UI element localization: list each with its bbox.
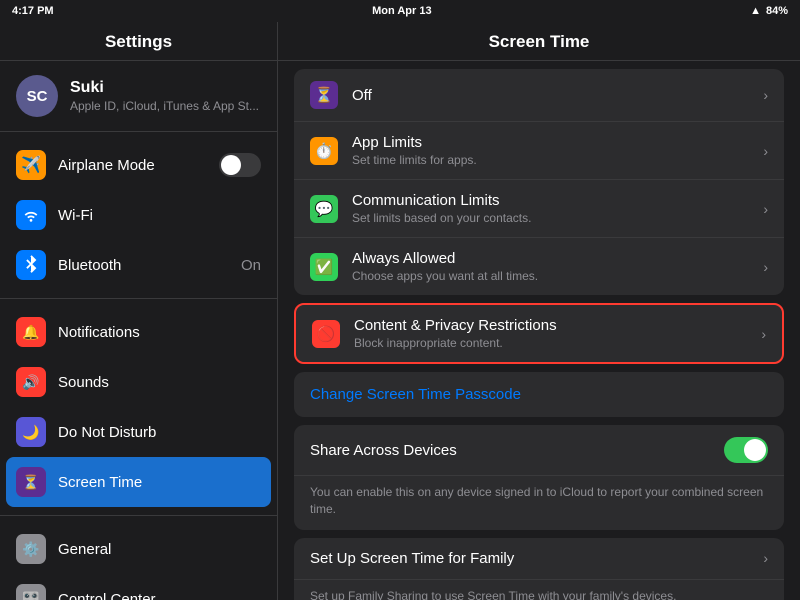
status-bar: 4:17 PM Mon Apr 13 ▲ 84% <box>0 0 800 22</box>
profile-sub: Apple ID, iCloud, iTunes & App St... <box>70 99 259 113</box>
bluetooth-value: On <box>241 257 261 274</box>
wifi-label: Wi-Fi <box>58 207 261 224</box>
airplane-toggle-thumb <box>221 155 241 175</box>
share-label: Share Across Devices <box>310 442 724 459</box>
sounds-icon: 🔊 <box>16 367 46 397</box>
right-title: Screen Time <box>278 22 800 61</box>
main-layout: Settings SC Suki Apple ID, iCloud, iTune… <box>0 22 800 600</box>
profile-name: Suki <box>70 79 259 97</box>
family-sub: Set up Family Sharing to use Screen Time… <box>294 580 784 600</box>
contentprivacy-text: Content & Privacy Restrictions Block ina… <box>354 317 761 350</box>
share-row: Share Across Devices <box>294 425 784 476</box>
off-chevron: › <box>763 87 768 103</box>
right-item-commlimits[interactable]: 💬 Communication Limits Set limits based … <box>294 180 784 238</box>
family-row[interactable]: Set Up Screen Time for Family › <box>294 538 784 580</box>
bluetooth-label: Bluetooth <box>58 257 241 274</box>
sidebar-item-airplane[interactable]: ✈️ Airplane Mode <box>0 140 277 190</box>
right-item-applimits[interactable]: ⏱️ App Limits Set time limits for apps. … <box>294 122 784 180</box>
sidebar-group-3: ⚙️ General 🎛️ Control Center ☀️ Display … <box>0 516 277 600</box>
contentprivacy-sub: Block inappropriate content. <box>354 336 761 350</box>
off-text: Off <box>352 87 763 104</box>
right-item-off[interactable]: ⏳ Off › <box>294 69 784 122</box>
sidebar-group-1: ✈️ Airplane Mode Wi-Fi <box>0 132 277 299</box>
commlimits-text: Communication Limits Set limits based on… <box>352 192 763 225</box>
airplane-toggle[interactable] <box>219 153 261 177</box>
right-content: ⏳ Off › ⏱️ App Limits Set time limits fo… <box>278 61 800 600</box>
wifi-icon: ▲ <box>750 5 761 17</box>
right-item-alwaysallowed[interactable]: ✅ Always Allowed Choose apps you want at… <box>294 238 784 295</box>
alwaysallowed-text: Always Allowed Choose apps you want at a… <box>352 250 763 283</box>
applimits-chevron: › <box>763 143 768 159</box>
sidebar-item-donotdisturb[interactable]: 🌙 Do Not Disturb <box>0 407 277 457</box>
donotdisturb-label: Do Not Disturb <box>58 424 261 441</box>
family-label: Set Up Screen Time for Family <box>310 550 763 567</box>
sidebar-group-2: 🔔 Notifications 🔊 Sounds 🌙 Do Not Distur… <box>0 299 277 516</box>
sidebar-item-controlcenter[interactable]: 🎛️ Control Center <box>0 574 277 600</box>
notifications-icon: 🔔 <box>16 317 46 347</box>
general-icon: ⚙️ <box>16 534 46 564</box>
general-label: General <box>58 541 261 558</box>
share-section: Share Across Devices You can enable this… <box>294 425 784 530</box>
commlimits-icon: 💬 <box>310 195 338 223</box>
profile-row[interactable]: SC Suki Apple ID, iCloud, iTunes & App S… <box>0 61 277 132</box>
screentime-label: Screen Time <box>58 474 261 491</box>
off-label: Off <box>352 87 763 104</box>
sidebar-item-screentime[interactable]: ⏳ Screen Time <box>6 457 271 507</box>
change-passcode-button[interactable]: Change Screen Time Passcode <box>294 372 784 417</box>
status-time: 4:17 PM <box>12 5 54 17</box>
battery-label: 84% <box>766 5 788 17</box>
wifi-icon <box>16 200 46 230</box>
right-section-main: ⏳ Off › ⏱️ App Limits Set time limits fo… <box>294 69 784 295</box>
share-toggle[interactable] <box>724 437 768 463</box>
share-sub: You can enable this on any device signed… <box>294 476 784 530</box>
share-toggle-thumb <box>744 439 766 461</box>
screentime-icon: ⏳ <box>16 467 46 497</box>
controlcenter-label: Control Center <box>58 591 261 600</box>
sidebar-item-notifications[interactable]: 🔔 Notifications <box>0 307 277 357</box>
alwaysallowed-chevron: › <box>763 259 768 275</box>
passcode-section: Change Screen Time Passcode <box>294 372 784 417</box>
sidebar-item-general[interactable]: ⚙️ General <box>0 524 277 574</box>
sidebar-items: ✈️ Airplane Mode Wi-Fi <box>0 132 277 600</box>
family-chevron: › <box>763 550 768 566</box>
sidebar: Settings SC Suki Apple ID, iCloud, iTune… <box>0 22 278 600</box>
sidebar-title: Settings <box>0 22 277 61</box>
applimits-text: App Limits Set time limits for apps. <box>352 134 763 167</box>
alwaysallowed-sub: Choose apps you want at all times. <box>352 269 763 283</box>
bluetooth-icon <box>16 250 46 280</box>
commlimits-sub: Set limits based on your contacts. <box>352 211 763 225</box>
applimits-sub: Set time limits for apps. <box>352 153 763 167</box>
family-section: Set Up Screen Time for Family › Set up F… <box>294 538 784 600</box>
contentprivacy-label: Content & Privacy Restrictions <box>354 317 761 334</box>
sidebar-item-sounds[interactable]: 🔊 Sounds <box>0 357 277 407</box>
sounds-label: Sounds <box>58 374 261 391</box>
airplane-label: Airplane Mode <box>58 157 219 174</box>
notifications-label: Notifications <box>58 324 261 341</box>
right-panel: Screen Time ⏳ Off › ⏱️ App Limits S <box>278 22 800 600</box>
sidebar-item-bluetooth[interactable]: Bluetooth On <box>0 240 277 290</box>
contentprivacy-icon: 🚫 <box>312 320 340 348</box>
controlcenter-icon: 🎛️ <box>16 584 46 600</box>
profile-info: Suki Apple ID, iCloud, iTunes & App St..… <box>70 79 259 113</box>
applimits-icon: ⏱️ <box>310 137 338 165</box>
applimits-label: App Limits <box>352 134 763 151</box>
avatar: SC <box>16 75 58 117</box>
status-right: ▲ 84% <box>750 5 788 17</box>
off-icon: ⏳ <box>310 81 338 109</box>
alwaysallowed-icon: ✅ <box>310 253 338 281</box>
status-date: Mon Apr 13 <box>372 5 432 17</box>
commlimits-chevron: › <box>763 201 768 217</box>
alwaysallowed-label: Always Allowed <box>352 250 763 267</box>
commlimits-label: Communication Limits <box>352 192 763 209</box>
donotdisturb-icon: 🌙 <box>16 417 46 447</box>
content-privacy-section: 🚫 Content & Privacy Restrictions Block i… <box>294 303 784 364</box>
airplane-icon: ✈️ <box>16 150 46 180</box>
right-item-contentprivacy[interactable]: 🚫 Content & Privacy Restrictions Block i… <box>296 305 782 362</box>
contentprivacy-chevron: › <box>761 326 766 342</box>
sidebar-item-wifi[interactable]: Wi-Fi <box>0 190 277 240</box>
